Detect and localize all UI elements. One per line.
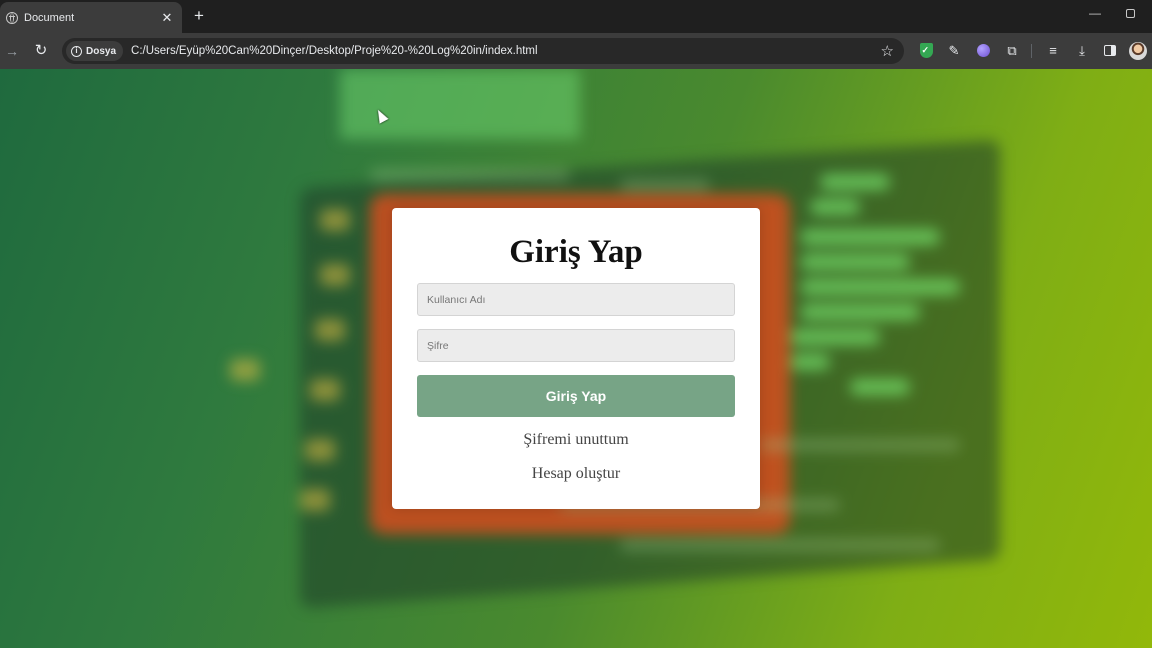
url-text[interactable]: C:/Users/Eyüp%20Can%20Dinçer/Desktop/Pro… [131,45,881,57]
close-tab-icon[interactable]: ✕ [160,11,174,24]
side-panel-icon[interactable] [1101,42,1119,60]
eyedropper-icon[interactable]: ✎ [945,42,963,60]
star-icon[interactable]: ☆ [881,42,894,60]
toolbar-divider [1031,44,1032,58]
forward-arrow-icon[interactable]: → [2,41,22,61]
media-queue-icon[interactable]: ≡ [1044,42,1062,60]
restore-button[interactable] [1121,6,1139,21]
tab-title: Document [24,11,75,24]
new-tab-button[interactable]: + [190,6,208,26]
minimize-button[interactable]: — [1086,6,1104,20]
orb-extension-icon[interactable] [974,42,992,60]
tab-document[interactable]: Document ✕ [0,2,182,33]
restore-icon [1125,9,1135,18]
puzzle-icon[interactable]: ⧉ [1003,42,1021,60]
address-bar[interactable]: i Dosya C:/Users/Eyüp%20Can%20Dinçer/Des… [62,38,904,64]
login-card: Giriş Yap Giriş Yap Şifremi unuttum Hesa… [392,208,760,509]
password-input[interactable] [417,329,735,362]
username-input[interactable] [417,283,735,316]
globe-icon [6,11,18,24]
browser-toolbar: → ↻ i Dosya C:/Users/Eyüp%20Can%20Dinçer… [0,33,1152,69]
page-viewport: Giriş Yap Giriş Yap Şifremi unuttum Hesa… [0,69,1152,648]
profile-avatar[interactable] [1129,42,1147,60]
tab-strip: Document ✕ + — [0,0,1152,33]
login-title: Giriş Yap [509,234,643,270]
security-chip-label: Dosya [86,45,117,57]
info-icon: i [71,45,82,57]
login-button[interactable]: Giriş Yap [417,375,735,417]
site-info-chip[interactable]: i Dosya [66,41,124,61]
shield-extension-icon[interactable] [917,41,935,60]
download-icon[interactable]: ⤓ [1073,42,1091,60]
forgot-password-link[interactable]: Şifremi unuttum [392,431,760,449]
create-account-link[interactable]: Hesap oluştur [392,465,760,483]
reload-icon[interactable]: ↻ [31,41,51,61]
